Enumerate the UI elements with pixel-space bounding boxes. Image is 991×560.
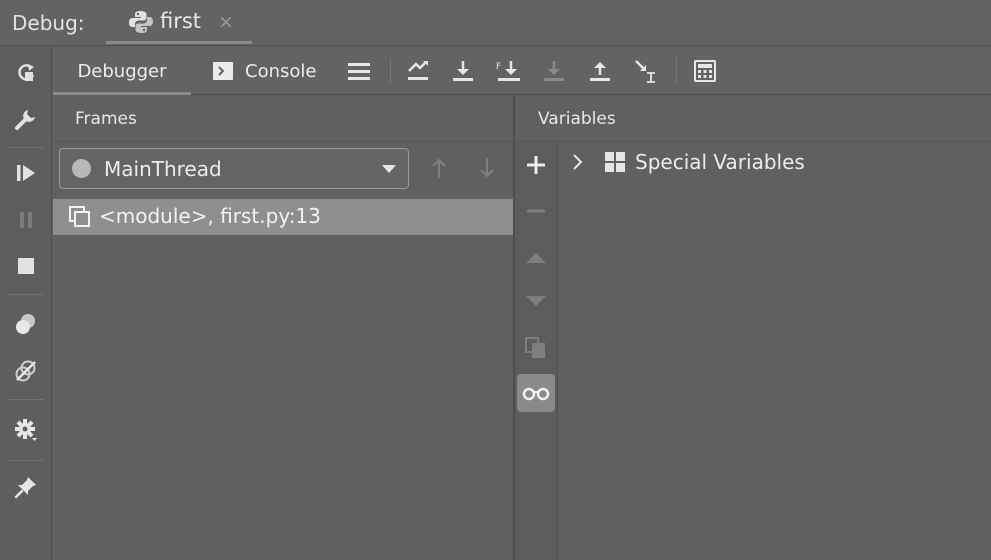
variables-header: Variables [515,96,991,142]
debug-title-bar: Debug: first × [0,0,991,46]
debug-label: Debug: [12,11,85,35]
thread-name: MainThread [104,157,222,181]
debugger-toolbar: Debugger Console F [53,47,991,95]
toolbar-separator [390,58,391,84]
view-breakpoints-icon[interactable] [10,308,42,340]
show-watches-icon[interactable] [517,374,555,412]
close-tab-icon[interactable]: × [218,11,234,33]
debug-side-toolbar [0,47,52,560]
variable-label: Special Variables [635,150,805,174]
step-into-disabled-icon[interactable] [539,56,569,86]
previous-frame-arrow-icon[interactable] [425,154,453,182]
tab-console[interactable]: Console [213,47,343,95]
svg-text:F: F [496,62,501,72]
pause-icon[interactable] [10,204,42,236]
tab-first-label: first [160,9,202,33]
add-watch-icon[interactable] [517,146,555,184]
toolbar-separator [676,58,677,84]
frames-header: Frames [53,96,513,142]
tab-console-label: Console [245,60,317,82]
frame-label: <module>, first.py:13 [99,204,321,228]
run-to-cursor-icon[interactable] [631,56,661,86]
tab-first[interactable]: first × [106,0,252,46]
move-down-icon[interactable] [517,283,555,321]
resume-icon[interactable] [10,157,42,189]
watches-toolbar [515,143,558,560]
tab-debugger-label: Debugger [77,60,167,82]
pin-icon[interactable] [10,471,42,503]
console-prompt-icon [213,62,233,80]
move-up-icon[interactable] [517,238,555,276]
rerun-icon[interactable] [10,57,42,89]
active-tab-indicator [106,41,252,44]
thread-selector[interactable]: MainThread [59,148,409,189]
remove-watch-icon[interactable] [517,192,555,230]
gear-icon[interactable] [10,414,42,446]
frames-title: Frames [75,108,137,129]
variables-panel: Variables Special Variables [515,96,991,560]
show-execution-point-icon[interactable] [403,56,433,86]
stop-icon[interactable] [10,250,42,282]
toolbar-separator [8,460,44,461]
step-into-my-code-icon[interactable]: F [494,56,524,86]
python-icon [129,11,153,33]
settings-wrench-icon[interactable] [10,103,42,135]
evaluate-expression-icon[interactable] [690,56,720,86]
toolbar-separator [8,294,44,295]
chevron-right-icon[interactable] [571,152,585,172]
toolbar-separator [8,399,44,400]
copy-icon[interactable] [517,329,555,367]
toolbar-separator [8,147,44,148]
tab-debugger[interactable]: Debugger [53,47,191,95]
variables-title: Variables [538,108,616,129]
step-out-icon[interactable] [585,56,615,86]
thread-status-icon [72,159,91,178]
special-variables-icon [605,152,625,172]
stack-frame-icon [69,206,90,227]
chevron-down-icon [382,165,396,173]
next-frame-arrow-icon[interactable] [473,154,501,182]
frames-panel: Frames MainThread <module>, first.py:13 [53,96,513,560]
frame-row[interactable]: <module>, first.py:13 [53,199,513,235]
layout-menu-icon[interactable] [344,56,374,86]
mute-breakpoints-icon[interactable] [10,355,42,387]
step-over-icon[interactable] [448,56,478,86]
